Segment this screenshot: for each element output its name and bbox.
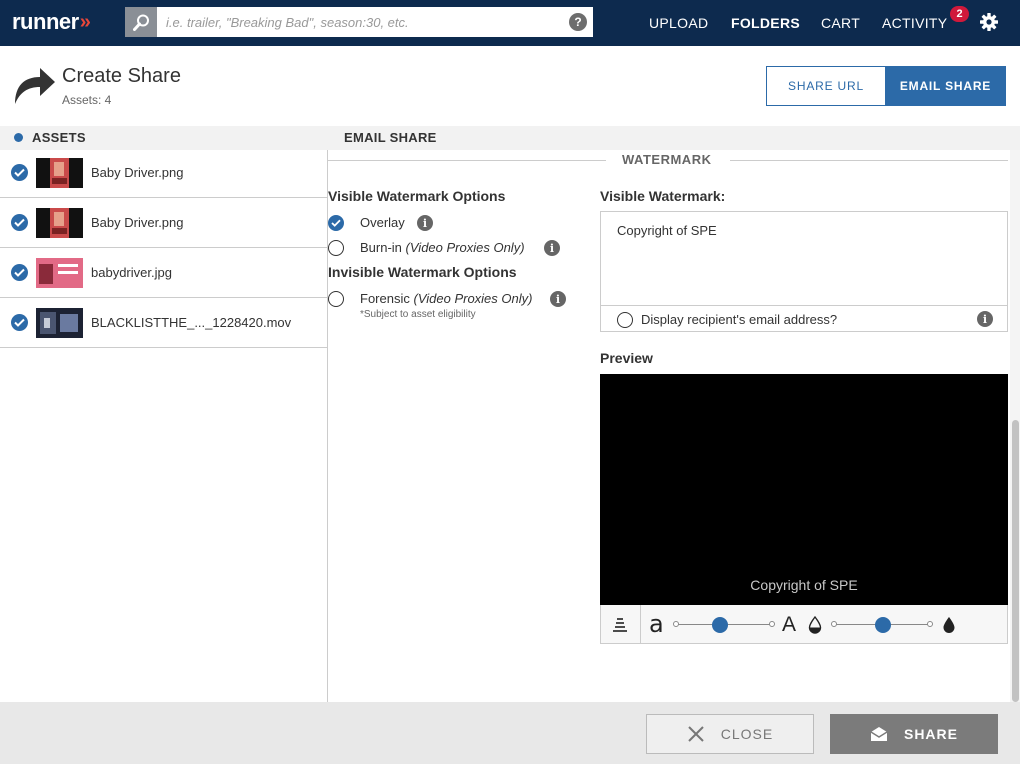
search-input[interactable] [157,7,593,37]
email-address-radio[interactable] [617,312,633,328]
runner-logo[interactable]: runner » [12,8,91,36]
divider [730,160,1008,161]
activity-badge: 2 [950,6,969,22]
visible-options-heading: Visible Watermark Options [328,188,506,204]
email-option-label: Display recipient's email address? [641,312,838,327]
logo-text: runner [12,9,79,34]
eligibility-note: *Subject to asset eligibility [360,309,476,320]
info-icon[interactable]: i [544,240,560,256]
share-button[interactable]: SHARE [830,714,998,754]
nav-upload[interactable]: UPLOAD [649,0,708,46]
assets-section-title: ASSETS [32,130,86,145]
size-slider-handle[interactable] [712,617,728,633]
text-size-small-icon: a [649,610,664,638]
opacity-high-icon [943,617,955,633]
asset-thumbnail [36,158,83,188]
asset-name: babydriver.jpg [91,265,172,280]
checked-icon[interactable] [11,214,28,231]
burnin-note: (Video Proxies Only) [405,240,525,255]
asset-name: BLACKLISTTHE_..._1228420.mov [91,315,292,330]
nav-cart[interactable]: CART [821,0,860,46]
asset-thumbnail [36,308,83,338]
overlay-radio[interactable] [328,215,344,231]
overlay-label: Overlay [360,215,405,230]
close-icon [688,726,704,742]
text-size-large-icon: A [782,613,797,636]
section-header-bar [0,126,1020,150]
info-icon[interactable]: i [550,291,566,307]
asset-name: Baby Driver.png [91,165,184,180]
burnin-text: Burn-in [360,240,402,255]
slider-end [927,621,933,627]
envelope-icon [870,727,888,741]
email-share-tab[interactable]: EMAIL SHARE [885,66,1006,106]
help-icon[interactable]: ? [569,13,587,31]
logo-chevron-icon: » [79,10,91,33]
info-icon[interactable]: i [417,215,433,231]
opacity-slider-handle[interactable] [875,617,891,633]
preview-watermark-text: Copyright of SPE [750,577,858,593]
divider [328,160,606,161]
opacity-low-icon [808,616,822,634]
checked-icon[interactable] [11,264,28,281]
assets-dot-icon [14,133,23,142]
forensic-note: (Video Proxies Only) [413,291,533,306]
slider-end [769,621,775,627]
preview-title: Preview [600,350,653,366]
forensic-radio[interactable] [328,291,344,307]
burnin-label: Burn-in (Video Proxies Only) [360,240,525,255]
search-button[interactable] [125,7,157,37]
scrollbar-thumb[interactable] [1012,420,1019,702]
share-arrow-icon [15,68,55,104]
checked-icon[interactable] [11,314,28,331]
close-label: CLOSE [720,726,774,742]
forensic-text: Forensic [360,291,410,306]
search-icon [132,14,149,31]
divider [640,605,641,644]
gear-icon[interactable] [979,12,999,32]
watermark-preview [600,374,1008,605]
invisible-options-heading: Invisible Watermark Options [328,264,517,280]
asset-count: Assets: 4 [62,93,112,107]
share-url-tab[interactable]: SHARE URL [766,66,886,106]
slider-end [831,621,837,627]
close-button[interactable]: CLOSE [646,714,814,754]
checked-icon[interactable] [11,164,28,181]
nav-activity[interactable]: ACTIVITY [882,0,947,46]
asset-name: Baby Driver.png [91,215,184,230]
forensic-label: Forensic (Video Proxies Only) [360,291,532,306]
align-bottom-icon[interactable] [611,616,629,634]
asset-thumbnail [36,208,83,238]
visible-watermark-title: Visible Watermark: [600,188,726,204]
watermark-section-title: WATERMARK [622,152,712,167]
info-icon[interactable]: i [977,311,993,327]
email-share-section-title: EMAIL SHARE [344,130,437,145]
nav-folders[interactable]: FOLDERS [731,0,800,46]
visible-watermark-input[interactable]: Copyright of SPE [600,211,1008,306]
share-label: SHARE [903,726,958,742]
page-title: Create Share [62,65,181,87]
asset-thumbnail [36,258,83,288]
slider-end [673,621,679,627]
burnin-radio[interactable] [328,240,344,256]
